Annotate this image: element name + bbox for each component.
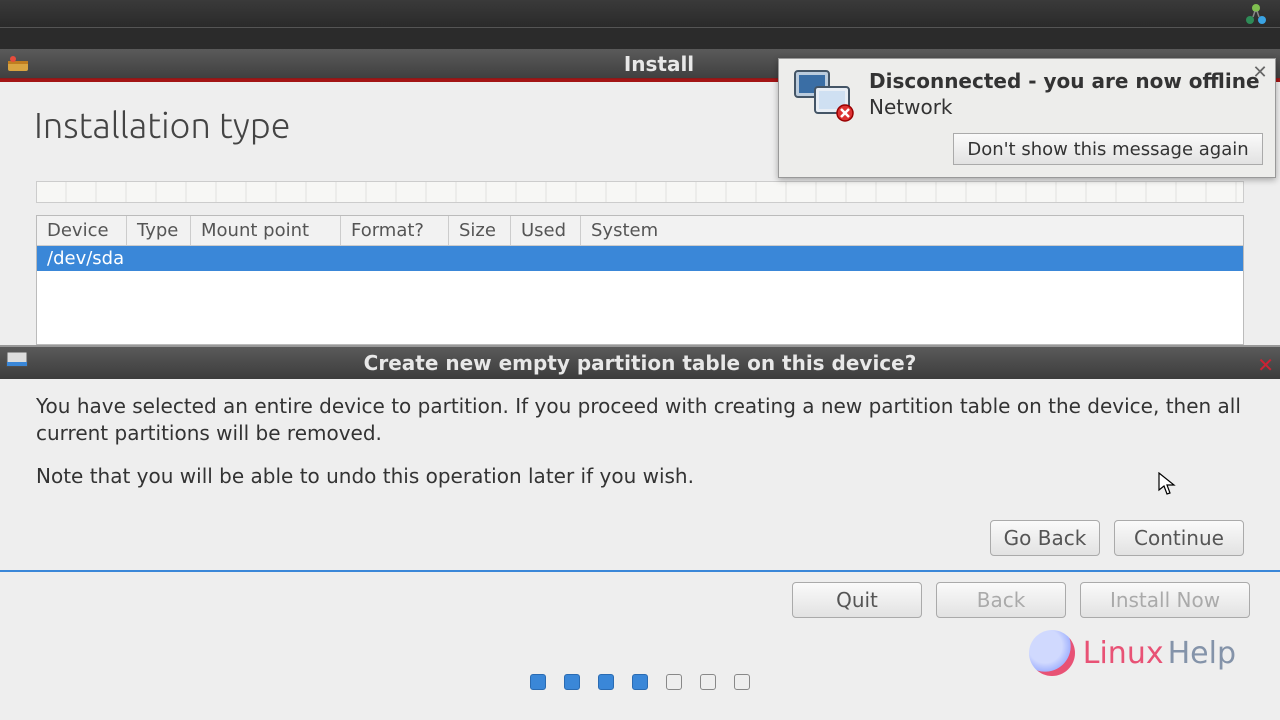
- partition-table-header: Device Type Mount point Format? Size Use…: [37, 216, 1243, 246]
- watermark-text-2: Help: [1168, 636, 1236, 671]
- network-notification: ✕ Disconnected - you are now offline Net…: [778, 58, 1276, 178]
- installer-icon: [6, 53, 30, 75]
- dialog-icon: [6, 351, 28, 369]
- dialog-title-text: Create new empty partition table on this…: [364, 351, 917, 375]
- step-dot: [632, 674, 648, 690]
- go-back-button[interactable]: Go Back: [990, 520, 1100, 556]
- step-dot: [734, 674, 750, 690]
- col-device[interactable]: Device: [37, 216, 127, 245]
- step-dot: [700, 674, 716, 690]
- wizard-buttons: Quit Back Install Now: [792, 582, 1250, 618]
- dialog-buttons: Go Back Continue: [0, 520, 1280, 570]
- col-size[interactable]: Size: [449, 216, 511, 245]
- close-icon[interactable]: ✕: [1257, 353, 1274, 377]
- continue-button[interactable]: Continue: [1114, 520, 1244, 556]
- col-type[interactable]: Type: [127, 216, 191, 245]
- cell-device: /dev/sda: [47, 248, 124, 269]
- dialog-title: Create new empty partition table on this…: [0, 347, 1280, 379]
- notification-title: Disconnected - you are now offline: [869, 69, 1260, 93]
- install-now-button[interactable]: Install Now: [1080, 582, 1250, 618]
- desktop-top-panel: [0, 0, 1280, 28]
- close-icon[interactable]: ✕: [1251, 65, 1269, 83]
- step-dot: [598, 674, 614, 690]
- col-used[interactable]: Used: [511, 216, 581, 245]
- dialog-text-1: You have selected an entire device to pa…: [36, 393, 1244, 447]
- tray-share-icon: [1244, 2, 1268, 26]
- notification-subtitle: Network: [869, 95, 1260, 119]
- partition-table[interactable]: Device Type Mount point Format? Size Use…: [36, 215, 1244, 345]
- step-dot: [530, 674, 546, 690]
- network-disconnected-icon: [791, 69, 855, 123]
- dont-show-again-button[interactable]: Don't show this message again: [953, 133, 1263, 165]
- watermark-text-1: Linux: [1083, 636, 1164, 671]
- dialog-text-2: Note that you will be able to undo this …: [36, 463, 1244, 490]
- table-row[interactable]: /dev/sda: [37, 246, 1243, 271]
- col-mount[interactable]: Mount point: [191, 216, 341, 245]
- back-button[interactable]: Back: [936, 582, 1066, 618]
- table-blank-area: [37, 271, 1243, 344]
- col-format[interactable]: Format?: [341, 216, 449, 245]
- partition-usage-strip: [36, 181, 1244, 203]
- step-indicator: [530, 674, 750, 690]
- step-dot: [666, 674, 682, 690]
- confirm-partition-dialog: Create new empty partition table on this…: [0, 345, 1280, 572]
- watermark: Linux Help: [1029, 630, 1236, 676]
- step-dot: [564, 674, 580, 690]
- col-system[interactable]: System: [581, 216, 1243, 245]
- watermark-logo-icon: [1029, 630, 1075, 676]
- dialog-body: You have selected an entire device to pa…: [0, 379, 1280, 520]
- quit-button[interactable]: Quit: [792, 582, 922, 618]
